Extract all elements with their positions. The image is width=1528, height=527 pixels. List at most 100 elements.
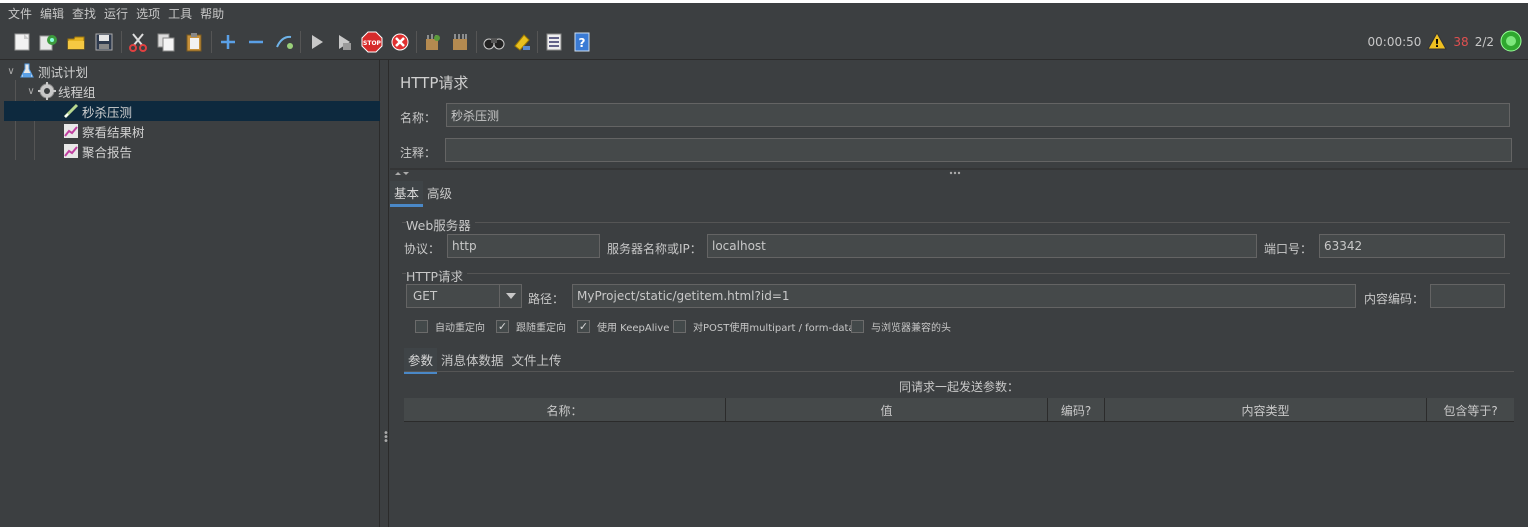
checkbox-label: 对POST使用multipart / form-data (693, 323, 855, 334)
listener-icon (62, 142, 80, 160)
shutdown-icon[interactable] (388, 30, 412, 54)
new-icon[interactable] (10, 30, 34, 54)
tree-item-sampler[interactable]: 秒杀压测 (4, 101, 380, 121)
group-border (402, 222, 1510, 223)
content-encoding-field[interactable] (1430, 284, 1505, 308)
menu-tools[interactable]: 工具 (164, 5, 196, 22)
checkbox-label: 自动重定向 (435, 323, 485, 334)
menu-edit[interactable]: 编辑 (36, 5, 68, 22)
checkbox-box[interactable] (415, 320, 428, 333)
paste-icon[interactable] (182, 30, 206, 54)
collapse-icon[interactable] (244, 30, 268, 54)
start-no-pause-icon[interactable] (332, 30, 356, 54)
elapsed-timer: 00:00:50 (1367, 35, 1422, 49)
toolbar-separator (476, 31, 477, 53)
menu-file[interactable]: 文件 (4, 5, 36, 22)
cut-icon[interactable] (126, 30, 150, 54)
http-request-group-title: HTTP请求 (406, 266, 467, 285)
column-header-content-type[interactable]: 内容类型 (1105, 398, 1427, 422)
http-request-panel: HTTP请求 名称： 秒杀压测 注释： 基本 高级 Web服务器 协议： htt… (390, 60, 1528, 527)
tree-item-label: 秒杀压测 (82, 104, 133, 120)
toolbar-separator (211, 31, 212, 53)
toggle-icon[interactable] (272, 30, 296, 54)
column-header-value[interactable]: 值 (726, 398, 1048, 422)
tab-underline (404, 371, 1514, 372)
server-field[interactable]: localhost (707, 234, 1257, 258)
tab-advanced[interactable]: 高级 (423, 181, 456, 207)
checkbox-keepalive[interactable]: ✓ 使用 KeepAlive (577, 319, 669, 334)
menu-help[interactable]: 帮助 (196, 5, 228, 22)
checkbox-multipart[interactable]: 对POST使用multipart / form-data (673, 319, 855, 334)
clear-all-icon[interactable] (448, 30, 472, 54)
clear-icon[interactable] (420, 30, 444, 54)
checkbox-browser-headers[interactable]: 与浏览器兼容的头 (851, 319, 951, 334)
tree-item-view-results-tree[interactable]: 察看结果树 (62, 121, 380, 141)
tree-item-label: 线程组 (58, 84, 96, 100)
warning-count: 38 (1453, 35, 1469, 49)
column-header-encode[interactable]: 编码? (1048, 398, 1105, 422)
checkbox-box[interactable] (673, 320, 686, 333)
chevron-down-icon[interactable]: ∨ (4, 66, 18, 77)
menu-options[interactable]: 选项 (132, 5, 164, 22)
tab-basic[interactable]: 基本 (390, 181, 424, 207)
start-icon[interactable] (305, 30, 329, 54)
save-icon[interactable] (92, 30, 116, 54)
comment-field[interactable] (445, 138, 1512, 162)
toolbar-separator (121, 31, 122, 53)
tree-item-label: 察看结果树 (82, 124, 145, 140)
http-sampler-icon (62, 102, 80, 120)
menu-run[interactable]: 运行 (100, 5, 132, 22)
tree-item-thread-group[interactable]: ∨ 线程组 (24, 81, 380, 101)
checkbox-auto-redirect[interactable]: 自动重定向 (415, 319, 485, 334)
reset-search-icon[interactable] (510, 30, 534, 54)
toolbar-separator (537, 31, 538, 53)
listener-icon (62, 122, 80, 140)
protocol-field[interactable]: http (447, 234, 600, 258)
thread-group-icon (38, 82, 56, 100)
column-header-include-equals[interactable]: 包含等于? (1427, 398, 1514, 422)
status-running-icon (1500, 30, 1522, 55)
check-icon[interactable]: ✓ (577, 320, 590, 333)
copy-icon[interactable] (154, 30, 178, 54)
page-title: HTTP请求 (400, 74, 469, 92)
warning-icon[interactable]: ! (1427, 31, 1448, 53)
tree-item-aggregate-report[interactable]: 聚合报告 (62, 141, 380, 161)
port-label: 端口号： (1264, 242, 1313, 256)
toolbar-separator (416, 31, 417, 53)
menu-search[interactable]: 查找 (68, 5, 100, 22)
help-icon[interactable]: ? (570, 30, 594, 54)
chevron-down-icon[interactable]: ∨ (24, 86, 38, 97)
server-label: 服务器名称或IP： (607, 242, 702, 256)
section-divider[interactable] (390, 167, 1528, 177)
splitter-grip-icon[interactable]: • • • (383, 429, 389, 447)
column-header-name[interactable]: 名称： (404, 398, 726, 422)
check-icon[interactable]: ✓ (496, 320, 509, 333)
search-icon[interactable] (482, 30, 506, 54)
web-server-group-title: Web服务器 (406, 215, 475, 234)
path-field[interactable]: MyProject/static/getitem.html?id=1 (572, 284, 1356, 308)
checkbox-label: 跟随重定向 (516, 323, 566, 334)
expand-icon[interactable] (216, 30, 240, 54)
protocol-label: 协议： (404, 242, 441, 256)
tree-item-test-plan[interactable]: ∨ 测试计划 (4, 61, 380, 81)
templates-icon[interactable] (36, 30, 60, 54)
tree-item-label: 聚合报告 (82, 144, 133, 160)
svg-text:?: ? (579, 36, 586, 50)
open-icon[interactable] (64, 30, 88, 54)
run-status: 00:00:50 ! 38 2/2 (1368, 30, 1523, 54)
function-helper-icon[interactable] (542, 30, 566, 54)
checkbox-label: 与浏览器兼容的头 (871, 323, 951, 334)
split-pane-divider[interactable]: • • • (380, 60, 389, 527)
name-label: 名称： (400, 111, 437, 125)
method-select[interactable]: GET (406, 284, 522, 308)
checkbox-box[interactable] (851, 320, 864, 333)
main-tabs: 基本 高级 (390, 181, 456, 207)
table-caption: 同请求一起发送参数： (898, 380, 1019, 394)
tree-item-label: 测试计划 (38, 64, 89, 80)
chevron-down-icon[interactable] (499, 285, 521, 307)
comment-label: 注释： (400, 146, 437, 160)
stop-icon[interactable]: STOP (360, 30, 384, 54)
port-field[interactable]: 63342 (1319, 234, 1505, 258)
checkbox-follow-redirects[interactable]: ✓ 跟随重定向 (496, 319, 566, 334)
name-field[interactable]: 秒杀压测 (446, 103, 1510, 127)
